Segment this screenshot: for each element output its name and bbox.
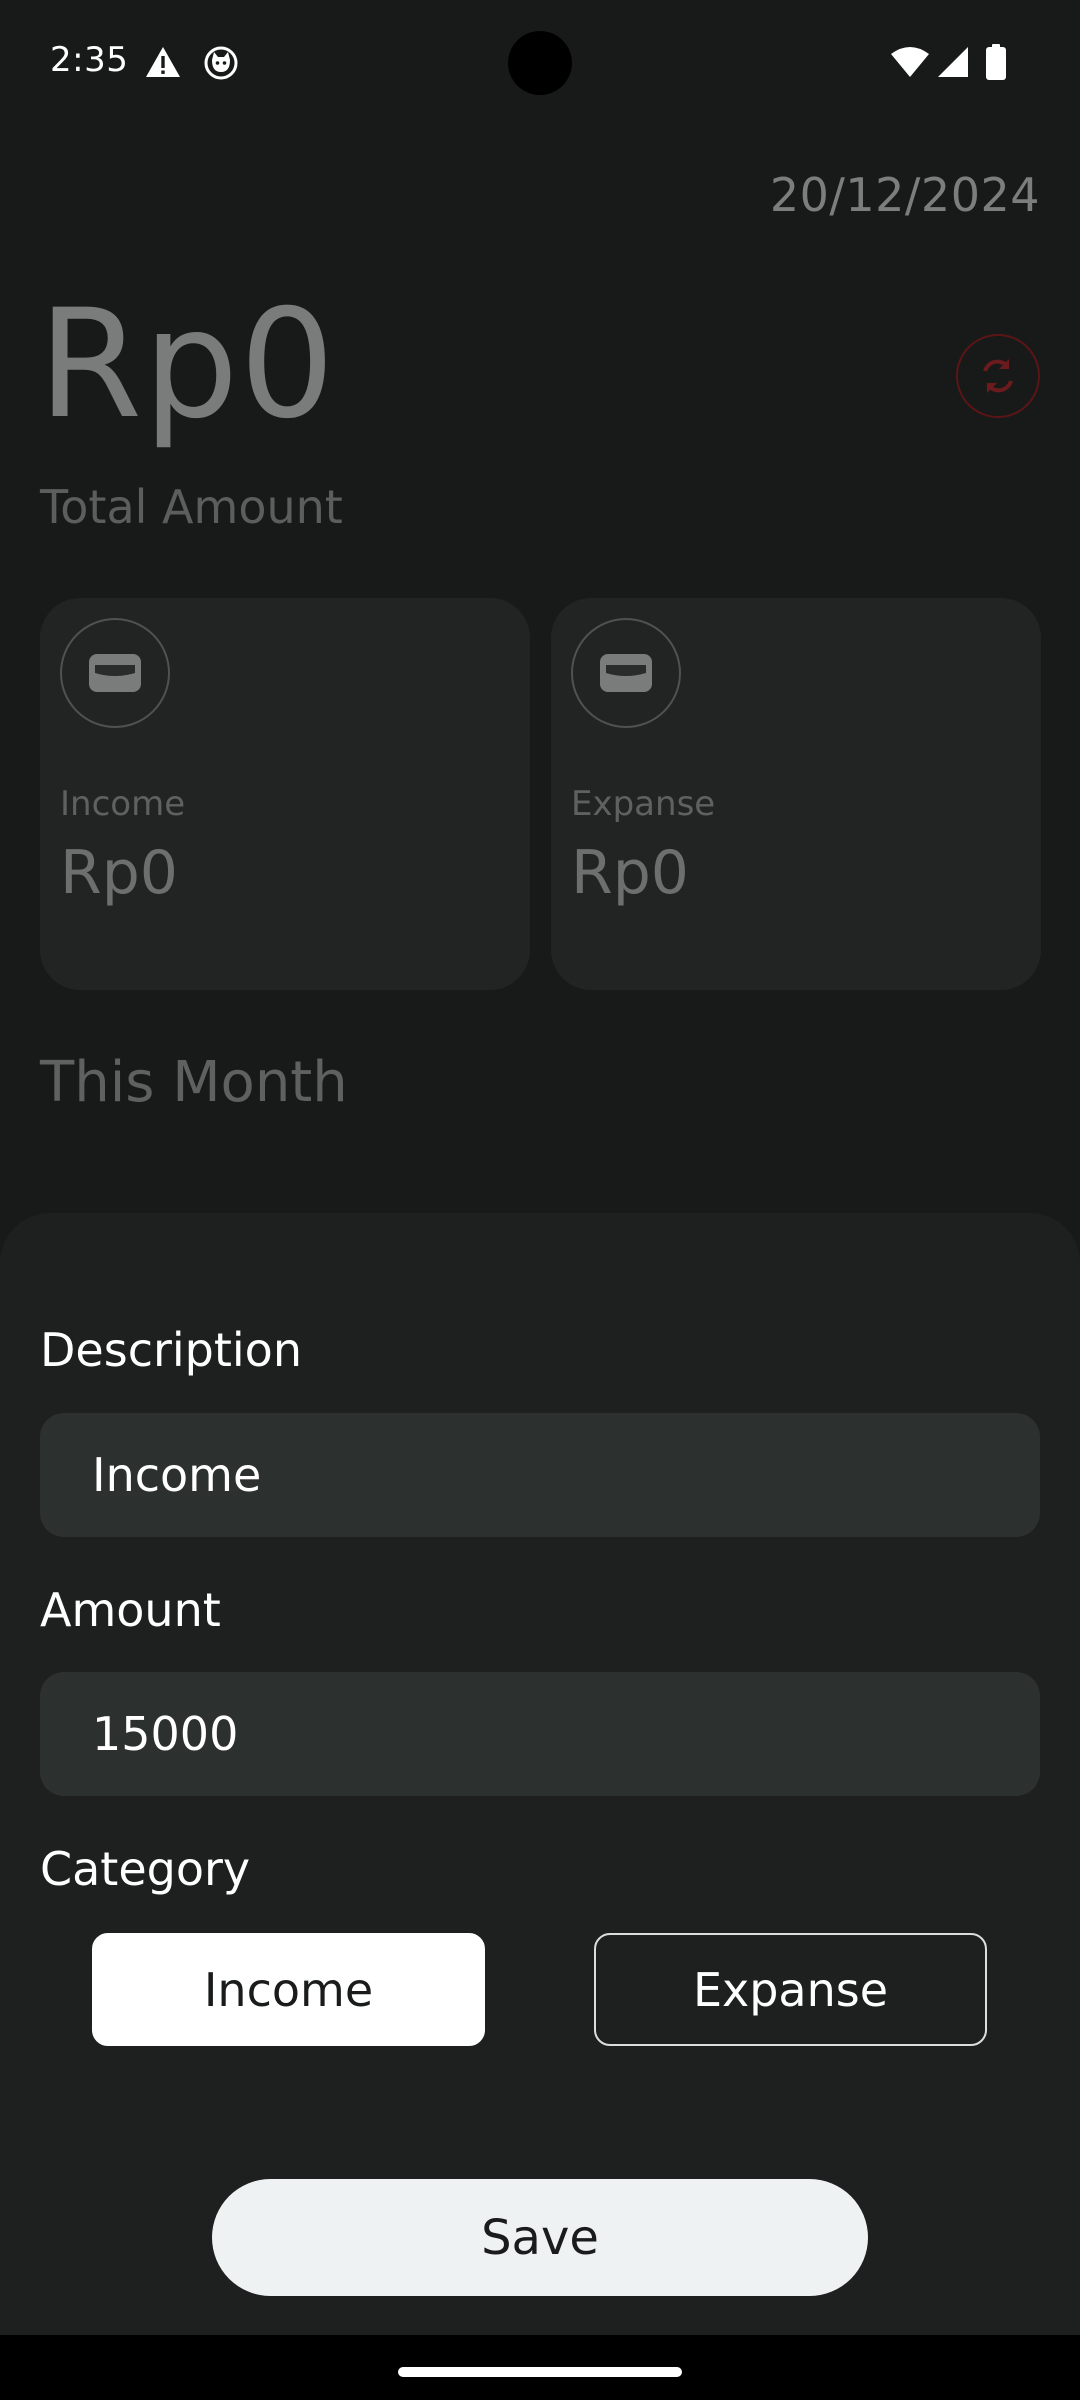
expanse-card-value: Rp0	[571, 838, 689, 908]
dashboard-background: 20/12/2024 Rp0 Total Amount Income Rp0 E…	[0, 0, 1080, 1220]
description-field[interactable]: Income	[40, 1413, 1040, 1537]
amount-label: Amount	[40, 1583, 221, 1637]
wallet-icon	[89, 654, 141, 692]
save-button-label: Save	[481, 2209, 599, 2266]
category-expanse-label: Expanse	[692, 1962, 889, 2017]
refresh-icon	[983, 359, 1013, 393]
description-value: Income	[92, 1448, 262, 1502]
home-indicator[interactable]	[398, 2367, 682, 2377]
expanse-card[interactable]: Expanse Rp0	[551, 598, 1041, 990]
total-amount-label: Total Amount	[40, 480, 343, 534]
income-card-value: Rp0	[60, 838, 178, 908]
add-transaction-sheet: Description Income Amount 15000 Category	[0, 1213, 1080, 2335]
income-card-label: Income	[60, 784, 186, 824]
wallet-icon	[600, 654, 652, 692]
category-expanse-button[interactable]: Expanse	[594, 1933, 987, 2046]
current-date: 20/12/2024	[769, 168, 1040, 222]
this-month-heading: This Month	[40, 1050, 348, 1115]
save-button[interactable]: Save	[212, 2179, 868, 2296]
income-icon-circle	[60, 618, 170, 728]
description-label: Description	[40, 1323, 302, 1377]
amount-field[interactable]: 15000	[40, 1672, 1040, 1796]
refresh-button[interactable]	[956, 334, 1040, 418]
expanse-icon-circle	[571, 618, 681, 728]
amount-value: 15000	[92, 1707, 239, 1761]
category-income-button[interactable]: Income	[92, 1933, 485, 2046]
app-screen: 2:35 20/12/2024 Rp0 Total Amount Income …	[0, 0, 1080, 2400]
income-card[interactable]: Income Rp0	[40, 598, 530, 990]
category-label: Category	[40, 1842, 251, 1896]
category-income-label: Income	[203, 1962, 374, 2017]
total-amount-value: Rp0	[38, 278, 336, 452]
expanse-card-label: Expanse	[571, 784, 716, 824]
navigation-bar	[0, 2335, 1080, 2400]
